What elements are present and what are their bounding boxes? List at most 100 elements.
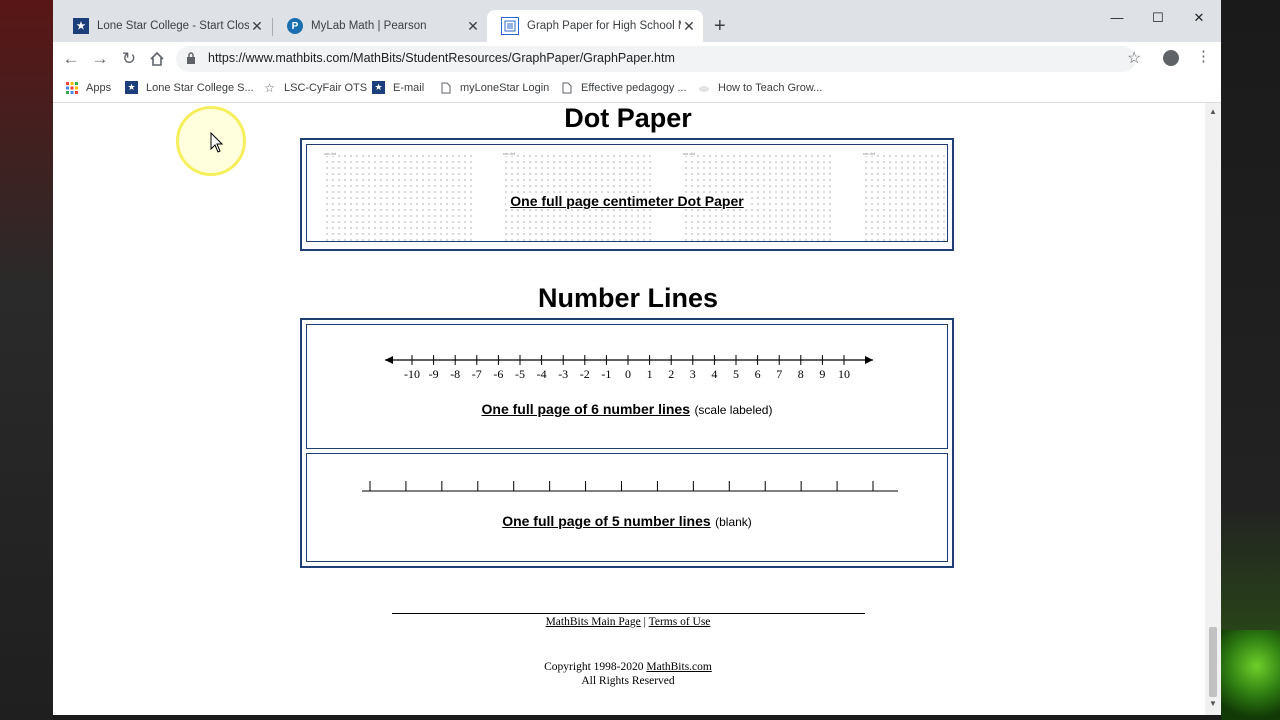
dot-paper-title: Dot Paper	[564, 103, 692, 133]
bookmark-mylonestar[interactable]: myLoneStar Login	[439, 81, 549, 94]
number-line-tick-label: -4	[537, 367, 547, 381]
tab-lone-star-college[interactable]: ★ Lone Star College - Start Close. C ✕	[59, 10, 271, 42]
tab-title: MyLab Math | Pearson	[311, 20, 427, 32]
number-line-tick-label: 8	[798, 367, 804, 381]
footer-links: MathBits Main Page | Terms of Use	[300, 616, 956, 628]
tab-mylab-math[interactable]: P MyLab Math | Pearson ✕	[273, 10, 487, 42]
number-line-tick-label: 5	[733, 367, 739, 381]
bookmark-label: Apps	[86, 81, 112, 94]
browser-window: ★ Lone Star College - Start Close. C ✕ P…	[53, 0, 1221, 715]
bookmark-label: LSC-CyFair OTS	[284, 81, 368, 94]
back-button[interactable]: ←	[59, 48, 83, 70]
scaled-link-row: One full page of 6 number lines (scale l…	[307, 401, 947, 419]
window-close-button[interactable]: ✕	[1176, 8, 1222, 28]
bookmark-how-to-teach[interactable]: How to Teach Grow...	[697, 81, 822, 94]
bookmark-apps[interactable]: Apps	[65, 81, 111, 94]
bookmark-label: How to Teach Grow...	[718, 81, 823, 94]
number-line-tick-label: 2	[668, 367, 674, 381]
number-line-tick-label: -5	[515, 367, 525, 381]
desktop-background-left	[0, 0, 53, 720]
arrow-right-icon: →	[91, 49, 109, 68]
star-icon: ★	[73, 18, 89, 34]
mathbits-com-link[interactable]: MathBits.com	[646, 661, 712, 673]
vertical-scrollbar[interactable]: ▲ ▼	[1205, 103, 1221, 715]
number-line-tick-label: -10	[404, 367, 420, 381]
number-line-tick-label: 6	[755, 367, 761, 381]
page-icon	[501, 17, 519, 35]
bookmark-label: E-mail	[393, 81, 425, 94]
number-line-tick-label: -6	[493, 367, 503, 381]
home-icon	[150, 51, 164, 66]
desktop-wallpaper-leaf	[1221, 630, 1280, 720]
number-line-tick-label: -2	[580, 367, 590, 381]
browser-toolbar: ← → ↻ https://www.mathbits.com/MathBits/…	[53, 42, 1221, 76]
dot-paper-box: cm dot cm dot cm dot cm dot One full pag…	[300, 138, 954, 251]
arrow-left-icon: ←	[62, 49, 80, 68]
reload-icon: ↻	[121, 49, 137, 68]
number-line-tick-label: 4	[711, 367, 717, 381]
footer-separator: |	[643, 616, 646, 628]
mathbits-main-page-link[interactable]: MathBits Main Page	[546, 616, 641, 628]
number-line-left-arrow	[385, 356, 393, 364]
tab-strip: ★ Lone Star College - Start Close. C ✕ P…	[53, 0, 1221, 42]
forward-button[interactable]: →	[88, 48, 112, 70]
scaled-number-line-panel[interactable]: -10 -9 -8 -7 -6 -5 -4 -3 -2 -1 0 1 2 3 4 5 6 7 8 9 10 One fu…	[306, 324, 948, 449]
reload-button[interactable]: ↻	[117, 48, 141, 70]
number-line-tick-label: -7	[472, 367, 482, 381]
tab-graph-paper[interactable]: Graph Paper for High School Mat ✕	[487, 10, 703, 42]
number-line-tick-label: -8	[450, 367, 460, 381]
dot-paper-inner[interactable]: cm dot cm dot cm dot cm dot One full pag…	[306, 144, 949, 242]
profile-icon[interactable]	[1163, 50, 1179, 66]
number-line-tick-label: -9	[429, 367, 439, 381]
address-bar[interactable]: https://www.mathbits.com/MathBits/Studen…	[176, 46, 1136, 72]
tab-title: Lone Star College - Start Close. C	[97, 20, 249, 32]
tab-title: Graph Paper for High School Mat	[527, 20, 681, 32]
star-outline-icon: ☆	[264, 80, 275, 95]
number-line-tick-label: -3	[558, 367, 568, 381]
scrollbar-thumb[interactable]	[1209, 627, 1217, 697]
new-tab-button[interactable]: +	[714, 14, 726, 38]
number-line-tick-label: 0	[625, 367, 631, 381]
star-icon: ★	[125, 81, 138, 94]
close-icon[interactable]: ✕	[681, 18, 697, 35]
terms-of-use-link[interactable]: Terms of Use	[649, 616, 711, 628]
number-line-right-arrow	[865, 356, 873, 364]
menu-kebab-icon[interactable]: ⋮	[1196, 47, 1211, 65]
number-line-tick-label: 10	[838, 367, 850, 381]
bookmark-email[interactable]: ★ E-mail	[372, 81, 424, 94]
page-content: Dot Paper cm dot cm dot cm dot cm dot On…	[53, 103, 1205, 715]
pearson-icon: P	[287, 18, 303, 34]
scroll-down-icon[interactable]: ▼	[1209, 699, 1217, 708]
apps-grid-icon	[65, 81, 78, 94]
close-icon[interactable]: ✕	[249, 18, 265, 35]
number-line-tick-label: 7	[776, 367, 782, 381]
number-line-tick-label: 3	[690, 367, 696, 381]
bookmark-effective-pedagogy[interactable]: Effective pedagogy ...	[560, 81, 687, 94]
cloud-icon	[697, 81, 710, 94]
blank-number-line-panel[interactable]: One full page of 5 number lines (blank)	[306, 453, 948, 562]
blank-number-lines-link[interactable]: One full page of 5 number lines	[502, 513, 710, 529]
number-line-tick-label: -1	[601, 367, 611, 381]
footer-copyright: Copyright 1998-2020 MathBits.com	[300, 661, 956, 673]
bookmark-star-icon[interactable]: ☆	[1127, 48, 1141, 68]
footer-rights: All Rights Reserved	[581, 675, 675, 687]
mouse-cursor-icon	[210, 132, 224, 153]
url-text[interactable]: https://www.mathbits.com/MathBits/Studen…	[208, 51, 675, 65]
dot-paper-link-row: One full page centimeter Dot Paper	[307, 193, 947, 211]
scroll-up-icon[interactable]: ▲	[1209, 107, 1217, 116]
close-icon[interactable]: ✕	[465, 18, 481, 35]
scaled-number-lines-link[interactable]: One full page of 6 number lines	[482, 401, 690, 417]
dot-paper-link[interactable]: One full page centimeter Dot Paper	[506, 193, 748, 209]
document-icon	[439, 81, 452, 94]
home-button[interactable]	[145, 48, 169, 70]
number-lines-box: -10 -9 -8 -7 -6 -5 -4 -3 -2 -1 0 1 2 3 4 5 6 7 8 9 10 One fu…	[300, 318, 954, 568]
bookmark-label: myLoneStar Login	[460, 81, 550, 94]
maximize-button[interactable]: ☐	[1135, 8, 1181, 28]
blank-link-row: One full page of 5 number lines (blank)	[307, 513, 947, 531]
bookmark-lsc-cyfair[interactable]: ☆ LSC-CyFair OTS	[263, 80, 368, 95]
bookmark-label: Lone Star College S...	[146, 81, 254, 94]
number-line-tick-label: 1	[647, 367, 653, 381]
copyright-text: Copyright 1998-2020	[544, 661, 644, 673]
minimize-button[interactable]: —	[1094, 8, 1140, 28]
bookmark-lone-star[interactable]: ★ Lone Star College S...	[125, 81, 254, 94]
